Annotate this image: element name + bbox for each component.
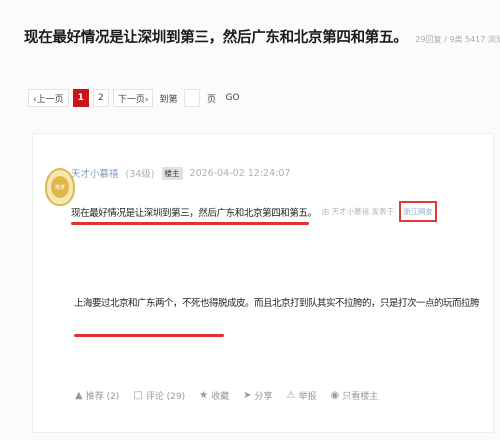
page-unit-label: 页 (206, 94, 216, 105)
comment-button[interactable]: □ 评论 (29) (133, 389, 185, 402)
go-button[interactable]: GO (224, 89, 242, 107)
share-icon: ➤ (243, 390, 252, 401)
prev-page-button[interactable]: ‹上一页 (28, 89, 69, 107)
owner-only-button[interactable]: ◉ 只看楼主 (331, 389, 379, 402)
location-tag: 浙江网友 (398, 201, 437, 222)
comment-label: 评论 (29) (145, 392, 186, 402)
pagination: ‹上一页 1 2 下一页› 到第 页 GO (28, 89, 242, 107)
post-card: 天才 天才小慕禧 (34级) 楼主 2026-04-02 12:24:07 现在… (32, 133, 494, 433)
share-button[interactable]: ➤ 分享 (243, 389, 272, 402)
owner-only-label: 只看楼主 (342, 392, 379, 402)
thread-stats: 29回复 / 9类 5417 浏览 (415, 35, 500, 44)
report-label: 举报 (298, 392, 317, 402)
avatar-text: 天才 (51, 176, 69, 198)
quote-highlight-underline (71, 222, 309, 225)
star-icon: ★ (199, 390, 209, 401)
page-2-button[interactable]: 2 (92, 89, 109, 107)
quote-text: 现在最好情况是让深圳到第三，然后广东和北京第四和第五。 (71, 207, 317, 219)
post-time: 2026-04-02 12:24:07 (189, 167, 291, 179)
recommend-label: 推荐 (2) (85, 392, 120, 402)
thread-title: 现在最好情况是让深圳到第三，然后广东和北京第四和第五。 (24, 30, 408, 46)
forum-page: 现在最好情况是让深圳到第三，然后广东和北京第四和第五。 29回复 / 9类 54… (0, 0, 500, 440)
person-icon: ◉ (330, 390, 340, 401)
user-level: (34级) (125, 169, 155, 180)
owner-badge: 楼主 (161, 166, 183, 180)
comment-icon: □ (133, 390, 143, 401)
thumb-up-icon: ▲ (75, 390, 83, 401)
share-label: 分享 (254, 392, 273, 402)
post-actions: ▲ 推荐 (2) □ 评论 (29) ★ 收藏 ➤ 分享 ⚠ 举报 ◉ 只看楼主 (75, 389, 378, 402)
username-link[interactable]: 天才小慕禧 (71, 166, 119, 180)
quote-source[interactable]: 由 天才小慕禧 发表于 (322, 206, 394, 217)
thread-header: 现在最好情况是让深圳到第三，然后广东和北京第四和第五。 29回复 / 9类 54… (24, 26, 500, 47)
page-1-button[interactable]: 1 (72, 89, 89, 107)
warning-icon: ⚠ (286, 390, 296, 401)
page-number-input[interactable] (183, 89, 200, 107)
body-highlight-underline (74, 334, 224, 337)
jump-label: 到第 (159, 94, 178, 105)
favorite-label: 收藏 (211, 392, 230, 402)
next-page-button[interactable]: 下一页› (112, 89, 154, 107)
post-meta: 天才小慕禧 (34级) 楼主 2026-04-02 12:24:07 (71, 166, 290, 180)
favorite-button[interactable]: ★ 收藏 (199, 389, 229, 402)
post-body: 上海要过北京和广东两个，不死也得脱成皮。而且北京打到队其实不拉胯的，只是打次一点… (74, 298, 480, 309)
report-button[interactable]: ⚠ 举报 (287, 389, 317, 402)
recommend-button[interactable]: ▲ 推荐 (2) (75, 389, 119, 402)
quoted-post: 现在最好情况是让深圳到第三，然后广东和北京第四和第五。 由 天才小慕禧 发表于 … (71, 201, 437, 222)
